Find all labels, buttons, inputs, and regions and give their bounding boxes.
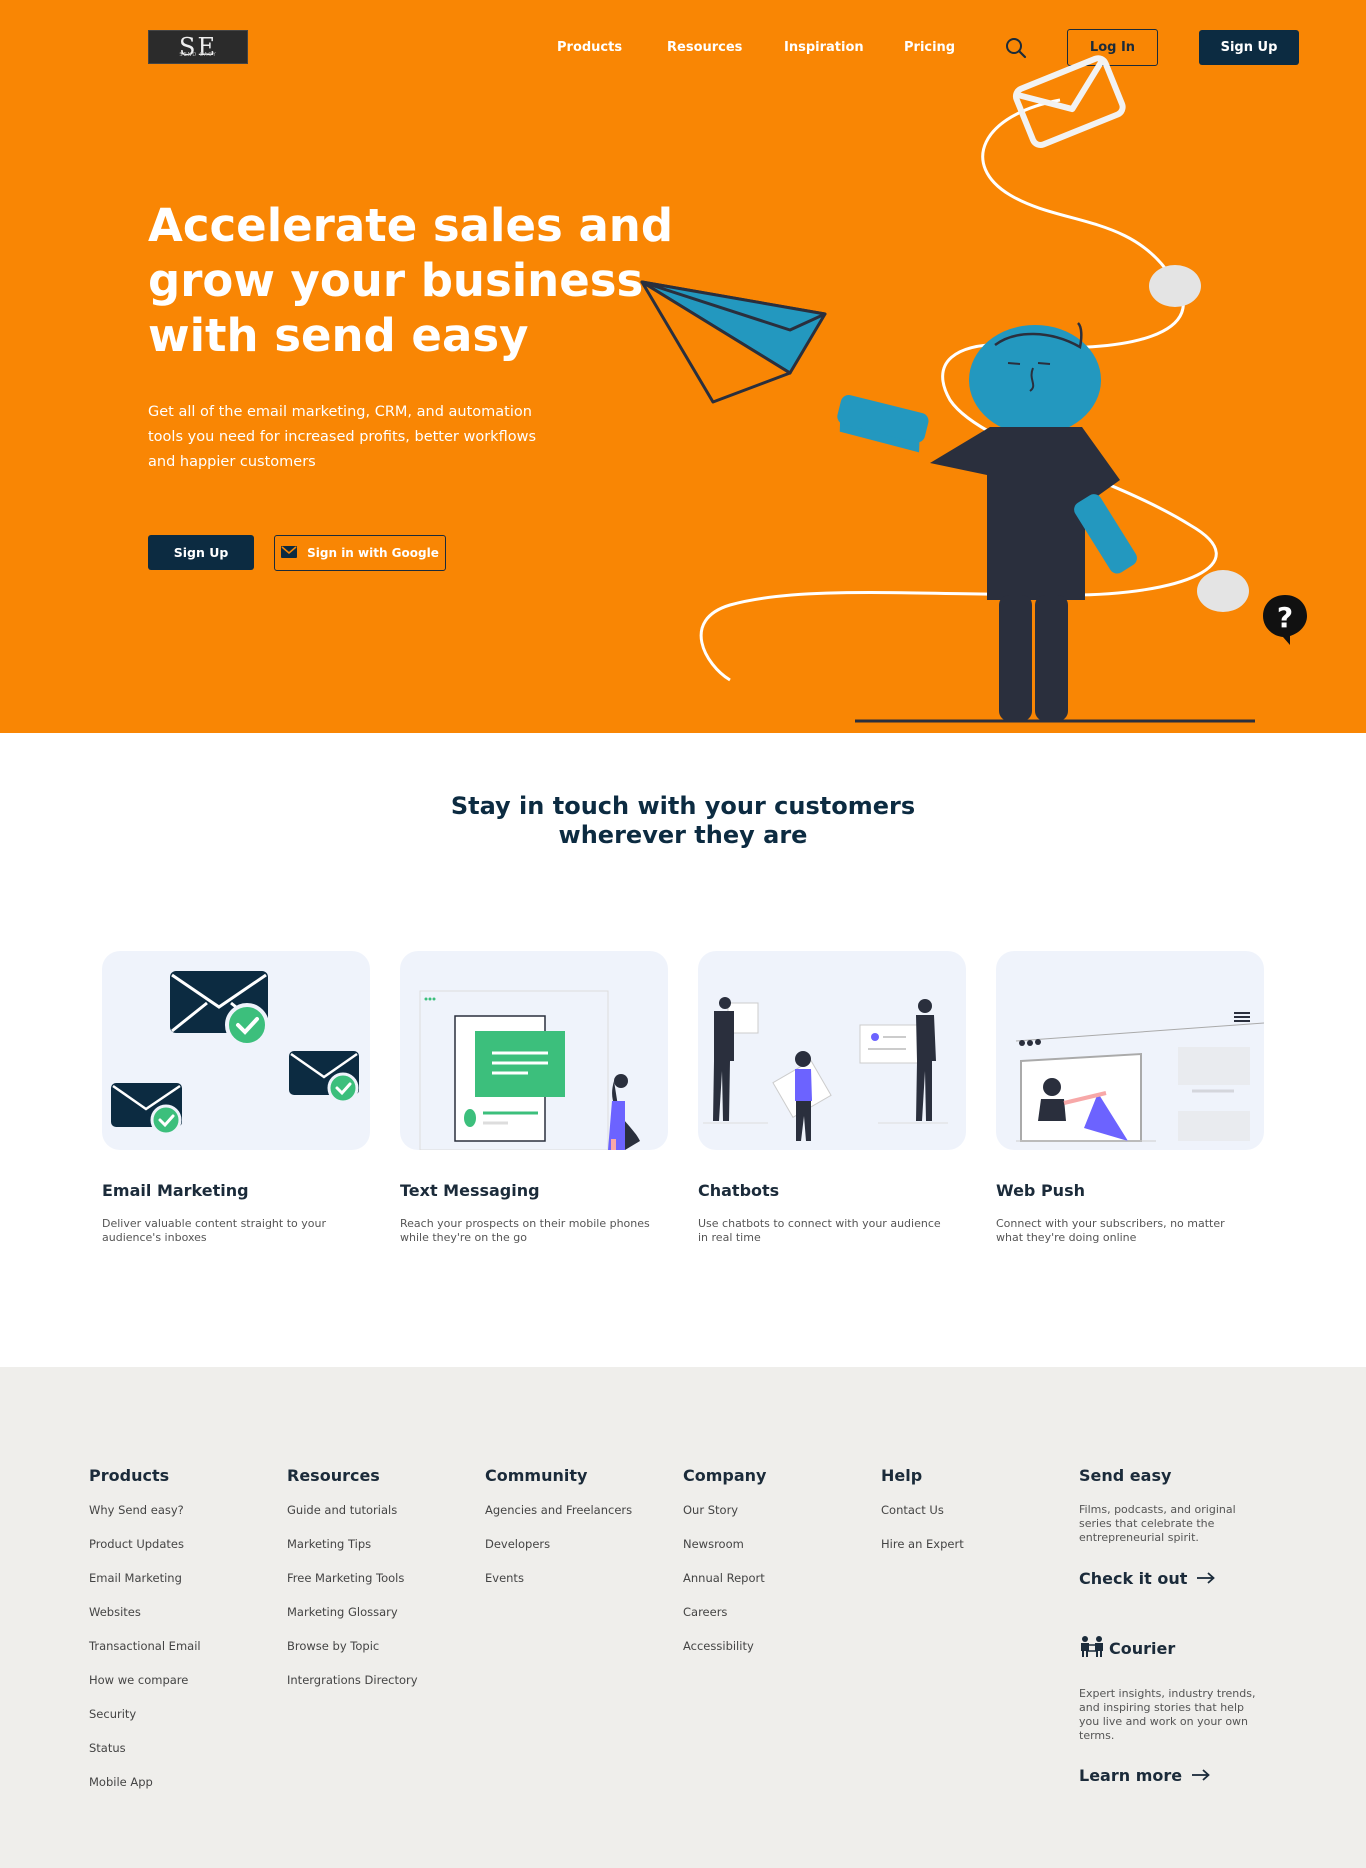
courier-description: Expert insights, industry trends, and in… — [1079, 1687, 1256, 1742]
footer-link[interactable]: Accessibility — [683, 1639, 766, 1673]
footer-link[interactable]: Mobile App — [89, 1775, 201, 1809]
arrow-right-icon — [1192, 1766, 1210, 1785]
footer-column-community: Community Agencies and Freelancers Devel… — [485, 1466, 632, 1605]
footer-link[interactable]: Agencies and Freelancers — [485, 1503, 632, 1537]
web-push-illustration — [996, 951, 1264, 1150]
footer-link[interactable]: Status — [89, 1741, 201, 1775]
nav-inspiration[interactable]: Inspiration — [784, 40, 864, 55]
footer-link[interactable]: Intergrations Directory — [287, 1673, 418, 1707]
hero-illustration — [640, 55, 1255, 723]
card-description: Use chatbots to connect with your audien… — [698, 1217, 941, 1244]
footer-link[interactable]: How we compare — [89, 1673, 201, 1707]
learn-more-link[interactable]: Learn more — [1079, 1766, 1259, 1785]
chatbots-illustration — [698, 951, 966, 1150]
footer-heading: Community — [485, 1466, 588, 1485]
svg-text:?: ? — [1277, 601, 1293, 634]
courier-title: Courier — [1109, 1638, 1176, 1658]
footer-heading: Help — [881, 1466, 923, 1485]
footer-column-help: Help Contact Us Hire an Expert — [881, 1466, 964, 1571]
footer-link[interactable]: Browse by Topic — [287, 1639, 418, 1673]
footer-column-company: Company Our Story Newsroom Annual Report… — [683, 1466, 766, 1673]
check-it-out-label: Check it out — [1079, 1569, 1188, 1588]
features-title: Stay in touch with your customers wherev… — [450, 792, 916, 849]
card-description: Connect with your subscribers, no matter… — [996, 1217, 1225, 1244]
nav-products[interactable]: Products — [557, 40, 622, 55]
footer-link[interactable]: Websites — [89, 1605, 201, 1639]
google-signin-label: Sign in with Google — [307, 546, 439, 560]
feature-card-email[interactable]: Email Marketing Deliver valuable content… — [102, 951, 370, 1245]
help-icon[interactable]: ? — [1262, 594, 1308, 646]
footer-heading: Send easy — [1079, 1466, 1172, 1485]
footer-link[interactable]: Newsroom — [683, 1537, 766, 1571]
footer-link[interactable]: Hire an Expert — [881, 1537, 964, 1571]
logo-subtext: SEND EASY — [179, 52, 217, 58]
feature-card-chatbots[interactable]: Chatbots Use chatbots to connect with yo… — [698, 951, 966, 1245]
arrow-right-icon — [1197, 1569, 1216, 1588]
feature-card-webpush[interactable]: Web Push Connect with your subscribers, … — [996, 951, 1264, 1245]
text-messaging-illustration — [400, 951, 668, 1150]
footer-link[interactable]: Events — [485, 1571, 632, 1605]
footer-link[interactable]: Contact Us — [881, 1503, 964, 1537]
nav-resources[interactable]: Resources — [667, 40, 742, 55]
footer-column-resources: Resources Guide and tutorials Marketing … — [287, 1466, 418, 1707]
footer-link[interactable]: Marketing Tips — [287, 1537, 418, 1571]
logo[interactable]: SE SEND EASY — [148, 30, 248, 64]
card-description: Deliver valuable content straight to you… — [102, 1217, 326, 1244]
footer-link[interactable]: Product Updates — [89, 1537, 201, 1571]
footer-link[interactable]: Guide and tutorials — [287, 1503, 418, 1537]
hero-subtitle: Get all of the email marketing, CRM, and… — [148, 404, 536, 470]
check-it-out-link[interactable]: Check it out — [1079, 1569, 1259, 1588]
gmail-icon — [281, 545, 298, 561]
footer-link[interactable]: Transactional Email — [89, 1639, 201, 1673]
footer-link[interactable]: Our Story — [683, 1503, 766, 1537]
send-easy-description: Films, podcasts, and original series tha… — [1079, 1503, 1236, 1544]
courier-brand[interactable]: Courier — [1079, 1635, 1259, 1661]
courier-logo-icon — [1079, 1635, 1105, 1661]
card-description: Reach your prospects on their mobile pho… — [400, 1217, 650, 1244]
email-marketing-illustration — [102, 951, 370, 1150]
footer-link[interactable]: Annual Report — [683, 1571, 766, 1605]
footer-link[interactable]: Security — [89, 1707, 201, 1741]
footer-link[interactable]: Why Send easy? — [89, 1503, 201, 1537]
card-title: Web Push — [996, 1181, 1085, 1200]
footer-column-send-easy: Send easy Films, podcasts, and original … — [1079, 1466, 1259, 1785]
hero-signup-button[interactable]: Sign Up — [148, 535, 254, 570]
card-title: Chatbots — [698, 1181, 780, 1200]
footer-link[interactable]: Email Marketing — [89, 1571, 201, 1605]
hero-title: Accelerate sales and grow your business … — [148, 199, 674, 362]
nav-pricing[interactable]: Pricing — [904, 40, 955, 55]
google-signin-button[interactable]: Sign in with Google — [274, 535, 446, 571]
feature-card-text[interactable]: Text Messaging Reach your prospects on t… — [400, 951, 668, 1245]
footer-heading: Company — [683, 1466, 767, 1485]
hero-section: SE SEND EASY Products Resources Inspirat… — [0, 0, 1366, 733]
card-title: Text Messaging — [400, 1181, 540, 1200]
footer-heading: Products — [89, 1466, 170, 1485]
footer-heading: Resources — [287, 1466, 380, 1485]
footer-link[interactable]: Developers — [485, 1537, 632, 1571]
footer-link[interactable]: Careers — [683, 1605, 766, 1639]
footer-link[interactable]: Free Marketing Tools — [287, 1571, 418, 1605]
learn-more-label: Learn more — [1079, 1766, 1183, 1785]
footer-column-products: Products Why Send easy? Product Updates … — [89, 1466, 201, 1809]
card-title: Email Marketing — [102, 1181, 249, 1200]
footer-link[interactable]: Marketing Glossary — [287, 1605, 418, 1639]
